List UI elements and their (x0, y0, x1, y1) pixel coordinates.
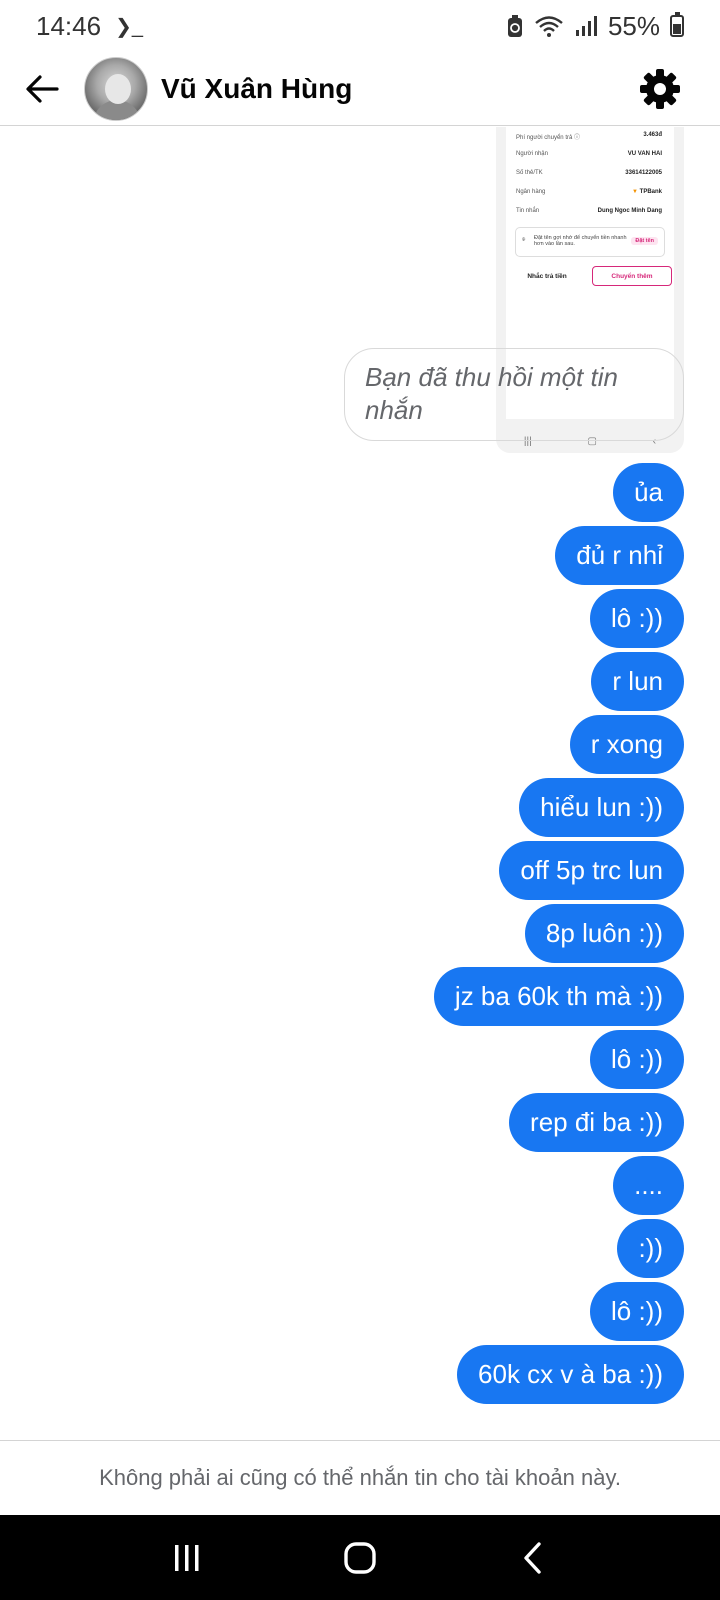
message-list[interactable]: Phí người chuyển trả ⓘ 3.463đ Người nhận V… (0, 127, 720, 1440)
message-bubble[interactable]: lô :)) (590, 1282, 684, 1341)
recalled-message[interactable]: Bạn đã thu hồi một tin nhắn (344, 348, 684, 441)
receipt-row: Phí người chuyển trả ⓘ 3.463đ (516, 132, 662, 141)
tpbank-logo-icon: ▼ (632, 189, 638, 195)
message-bubble[interactable]: r xong (569, 715, 684, 774)
message-bubble[interactable]: r lun (591, 652, 684, 711)
system-nav-bar (0, 1515, 720, 1600)
receipt-row: Người nhận VU VAN HAI (516, 151, 662, 157)
conversation-header: Vũ Xuân Hùng (0, 52, 720, 126)
wifi-icon (535, 16, 563, 37)
message-bubble[interactable]: jz ba 60k th mà :)) (433, 967, 684, 1026)
status-left: 14:46 ❯_ (36, 11, 143, 42)
home-button[interactable] (325, 1528, 395, 1588)
message-bubble[interactable]: đủ r nhỉ (555, 526, 684, 585)
battery-icon (670, 12, 684, 37)
message-bubble[interactable]: rep đi ba :)) (509, 1093, 684, 1152)
battery-fill (673, 24, 681, 34)
message-bubble[interactable]: .... (613, 1156, 684, 1215)
receipt-row: Tin nhắn Dung Ngoc Minh Dang (516, 208, 662, 214)
message-bubble[interactable]: ủa (613, 463, 684, 522)
message-bubble[interactable]: 60k cx v à ba :)) (457, 1345, 684, 1404)
back-button[interactable] (0, 52, 84, 126)
gear-icon (640, 68, 680, 109)
location-pin-icon: ⌾ (522, 237, 526, 243)
back-chevron-icon (524, 1541, 542, 1574)
message-bubble[interactable]: :)) (617, 1219, 684, 1278)
settings-button[interactable] (630, 59, 690, 119)
battery-percent: 55% (607, 10, 660, 41)
receipt-row: Ngân hàng ▼ TPBank (516, 189, 662, 195)
transfer-more-button: Chuyển thêm (592, 266, 672, 286)
signal-icon (575, 16, 597, 36)
receipt-note-tag: Đặt tên (631, 237, 658, 245)
message-bubble[interactable]: hiểu lun :)) (519, 778, 684, 837)
receipt-buttons: Nhắc trả tiền Chuyển thêm (508, 266, 672, 286)
home-icon (344, 1541, 376, 1574)
terminal-icon: ❯_ (115, 15, 143, 38)
remind-payment-button: Nhắc trả tiền (527, 272, 567, 280)
status-time: 14:46 (36, 10, 102, 41)
battery-saver-icon (507, 15, 522, 37)
receipt-row: Số thẻ/TK 33614122005 (516, 170, 662, 176)
message-bubble[interactable]: lô :)) (590, 589, 684, 648)
receipt-note: ⌾ Đặt tên gợi nhớ để chuyển tiền nhanh h… (515, 227, 665, 257)
status-bar: 14:46 ❯_ 55% (0, 0, 720, 52)
message-bubble[interactable]: off 5p trc lun (499, 841, 684, 900)
avatar-face (105, 73, 131, 104)
sent-messages: ủa đủ r nhỉ lô :)) r lun r xong hiểu lun :)) o… (433, 463, 684, 1404)
message-bubble[interactable]: lô :)) (590, 1030, 684, 1089)
recents-icon (174, 1544, 199, 1571)
status-right: 55% (506, 11, 684, 42)
back-arrow-icon (26, 74, 59, 103)
avatar[interactable] (84, 56, 148, 121)
message-bubble[interactable]: 8p luôn :)) (524, 904, 684, 963)
contact-name[interactable]: Vũ Xuân Hùng (161, 73, 630, 105)
messaging-restricted-notice: Không phải ai cũng có thể nhắn tin cho t… (0, 1440, 720, 1515)
back-nav-button[interactable] (498, 1528, 568, 1588)
recents-button[interactable] (152, 1528, 222, 1588)
